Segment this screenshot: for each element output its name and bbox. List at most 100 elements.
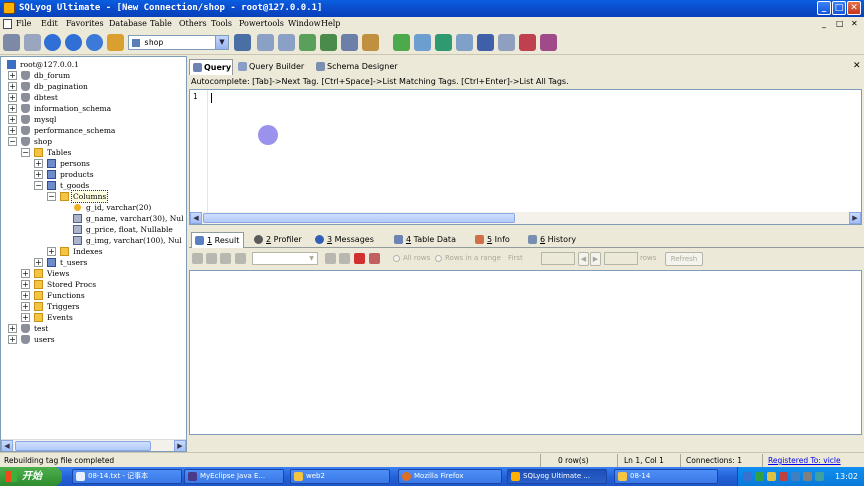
document-icon[interactable] [3,19,12,29]
taskbar-item-08-14-folder[interactable]: 08-14 [614,469,718,484]
copy-database-icon[interactable] [435,34,452,51]
expand-icon[interactable]: + [21,269,30,278]
object-browser[interactable]: root@127.0.0.1 + db_forum + db_paginatio… [0,56,187,452]
duplicate-row-icon[interactable] [206,253,217,264]
chevron-down-icon[interactable]: ▼ [306,253,317,264]
network-icon[interactable] [755,472,764,481]
menu-tools[interactable]: Tools [211,18,232,30]
taskbar-item-myeclipse[interactable]: MyEclipse Java E... [184,469,284,484]
menu-edit[interactable]: Edit [41,18,58,30]
tab-table-data[interactable]: 4 Table Data [391,232,465,248]
expand-icon[interactable]: + [34,258,43,267]
result-grid[interactable] [189,270,862,435]
visual-data-compare-icon[interactable] [540,34,557,51]
start-button[interactable]: 开始 [0,467,62,486]
next-page-button[interactable]: ▶ [590,252,601,266]
taskbar-item-firefox[interactable]: Mozilla Firefox [398,469,502,484]
expand-icon[interactable]: + [34,170,43,179]
table-grid-icon[interactable] [341,34,358,51]
tab-query-builder[interactable]: Query Builder [235,59,309,75]
volume-icon[interactable] [767,472,776,481]
query-editor[interactable]: 1 ◀ ▶ [189,89,862,225]
doc-minimize-button[interactable]: _ [822,18,826,30]
chevron-down-icon[interactable]: ▼ [215,36,228,49]
keyboard-icon[interactable] [743,472,752,481]
schema-icon[interactable] [362,34,379,51]
scroll-left-icon[interactable]: ◀ [190,212,202,224]
taskbar-item-web2-folder[interactable]: web2 [290,469,390,484]
collapse-icon[interactable]: − [47,192,56,201]
cancel-row-icon[interactable] [235,253,246,264]
close-tab-icon[interactable]: ✕ [853,60,861,72]
expand-icon[interactable]: + [47,247,56,256]
tab-info[interactable]: 5 Info [472,232,516,248]
expand-icon[interactable]: + [8,115,17,124]
tray-app-icon[interactable] [815,472,824,481]
collapse-icon[interactable]: − [8,137,17,146]
tab-history[interactable]: 6 History [525,232,581,248]
doc-close-button[interactable]: ✕ [851,18,858,30]
tab-schema-designer[interactable]: Schema Designer [313,59,403,75]
menu-database[interactable]: Database [109,18,147,30]
insert-row-icon[interactable] [192,253,203,264]
expand-icon[interactable]: + [21,291,30,300]
scroll-thumb[interactable] [203,213,515,223]
tree-horizontal-scrollbar[interactable]: ◀ ▶ [1,439,186,451]
taskbar-item-sqlyog[interactable]: SQLyog Ultimate ... [507,469,607,484]
editor-horizontal-scrollbar[interactable]: ◀ ▶ [190,212,861,224]
truncate-icon[interactable] [369,253,380,264]
doc-restore-button[interactable]: □ [836,18,844,30]
usb-icon[interactable] [803,472,812,481]
favorites-icon[interactable] [107,34,124,51]
menu-help[interactable]: Help [321,18,340,30]
scroll-thumb[interactable] [15,441,151,451]
expand-icon[interactable]: + [34,159,43,168]
user-manager-icon[interactable] [234,34,251,51]
tab-profiler[interactable]: 2 Profiler [251,232,307,248]
refresh-icon[interactable] [86,34,103,51]
expand-icon[interactable]: + [8,126,17,135]
menu-favorites[interactable]: Favorites [66,18,104,30]
execute-all-icon[interactable] [65,34,82,51]
expand-icon[interactable]: + [8,324,17,333]
row-count-input[interactable] [604,252,638,265]
backup-icon[interactable] [299,34,316,51]
new-connection-icon[interactable] [3,34,20,51]
delete-row-icon[interactable] [354,253,365,264]
taskbar-item-notepad[interactable]: 08-14.txt - 记事本 [72,469,182,484]
export-result-icon[interactable] [339,253,350,264]
expand-icon[interactable]: + [8,82,17,91]
security-icon[interactable] [779,472,788,481]
first-row-input[interactable] [541,252,575,265]
menu-file[interactable]: File [16,18,31,30]
maximize-button[interactable]: □ [832,1,846,15]
collapse-icon[interactable]: − [21,148,30,157]
expand-icon[interactable]: + [21,313,30,322]
database-select[interactable]: shop ▼ [128,35,229,50]
expand-icon[interactable]: + [8,104,17,113]
menu-powertools[interactable]: Powertools [239,18,284,30]
tab-result[interactable]: 1 Result [191,232,244,248]
refresh-button[interactable]: Refresh [665,252,703,266]
execute-query-icon[interactable] [44,34,61,51]
expand-icon[interactable]: + [8,335,17,344]
data-sync-icon[interactable] [393,34,410,51]
previous-page-button[interactable]: ◀ [578,252,589,266]
update-icon[interactable] [791,472,800,481]
query-profiler-icon[interactable] [477,34,494,51]
filter-icon[interactable] [325,253,336,264]
expand-icon[interactable]: + [8,93,17,102]
menu-window[interactable]: Window [288,18,321,30]
import-icon[interactable] [257,34,274,51]
scroll-right-icon[interactable]: ▶ [849,212,861,224]
collapse-icon[interactable]: − [34,181,43,190]
notification-icon[interactable] [456,34,473,51]
menu-table[interactable]: Table [150,18,172,30]
view-mode-select[interactable]: ▼ [252,252,318,265]
migration-icon[interactable] [519,34,536,51]
scroll-left-icon[interactable]: ◀ [1,440,13,451]
export-icon[interactable] [278,34,295,51]
menu-others[interactable]: Others [179,18,207,30]
schema-sync-icon[interactable] [414,34,431,51]
sql-formatter-icon[interactable] [498,34,515,51]
